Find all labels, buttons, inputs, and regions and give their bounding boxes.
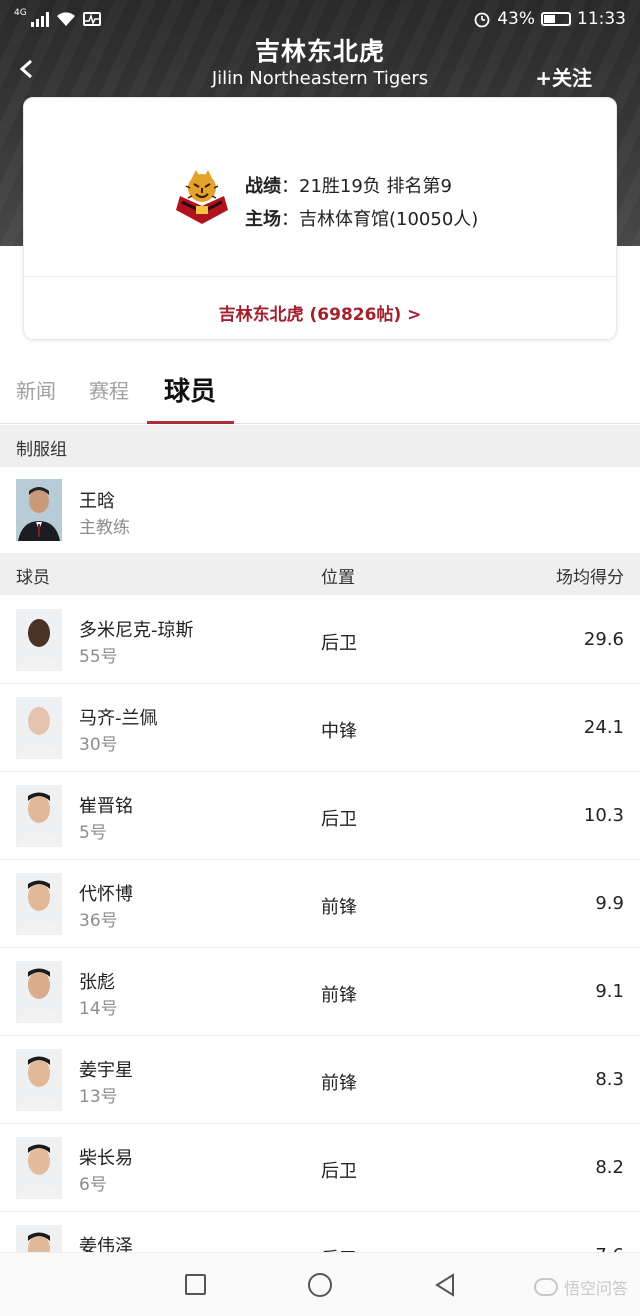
activity-icon bbox=[82, 12, 101, 26]
staff-section-header: 制服组 bbox=[0, 425, 640, 467]
player-points: 9.9 bbox=[595, 893, 624, 914]
nav-back-icon[interactable] bbox=[433, 1273, 457, 1297]
player-name: 姜宇星 bbox=[79, 1060, 133, 1081]
player-avatar bbox=[16, 785, 62, 847]
coach-avatar bbox=[16, 479, 62, 541]
player-points: 9.1 bbox=[595, 981, 624, 1002]
active-tab-indicator bbox=[147, 421, 234, 424]
tab-bar: 新闻 赛程 球员 bbox=[0, 360, 640, 424]
player-points: 29.6 bbox=[583, 629, 624, 650]
player-avatar bbox=[16, 1137, 62, 1199]
record-label: 战绩 bbox=[245, 176, 281, 197]
player-number: 30号 bbox=[79, 735, 118, 755]
tab-schedule[interactable]: 赛程 bbox=[89, 375, 129, 404]
player-position: 前锋 bbox=[321, 1073, 357, 1094]
follow-button[interactable]: +关注 bbox=[535, 62, 592, 91]
player-name: 张彪 bbox=[79, 972, 115, 993]
network-type: 4G bbox=[14, 8, 27, 18]
team-info-card: 战绩：21胜19负 排名第9 主场：吉林体育馆(10050人) 吉林东北虎 (6… bbox=[23, 97, 617, 340]
player-name: 马齐-兰佩 bbox=[79, 708, 158, 729]
tab-players[interactable]: 球员 bbox=[164, 371, 216, 408]
player-row[interactable]: 崔晋铭 5号 后卫 10.3 bbox=[0, 772, 640, 860]
player-number: 14号 bbox=[79, 999, 118, 1019]
venue-value: ：吉林体育馆(10050人) bbox=[281, 209, 479, 230]
coach-role: 主教练 bbox=[79, 518, 130, 538]
battery-percent: 43% bbox=[497, 9, 535, 29]
player-row[interactable]: 代怀博 36号 前锋 9.9 bbox=[0, 860, 640, 948]
players-section-header: 球员 位置 场均得分 bbox=[0, 553, 640, 595]
clock: 11:33 bbox=[577, 9, 626, 29]
player-position: 后卫 bbox=[321, 633, 357, 654]
player-points: 8.3 bbox=[595, 1069, 624, 1090]
record-line: 战绩：21胜19负 排名第9 bbox=[245, 170, 478, 203]
forum-link[interactable]: 吉林东北虎 (69826帖) > bbox=[24, 300, 616, 325]
wifi-icon bbox=[56, 12, 75, 26]
player-position: 后卫 bbox=[321, 1161, 357, 1182]
recent-apps-icon[interactable] bbox=[185, 1274, 206, 1295]
team-logo bbox=[176, 170, 228, 224]
player-points: 10.3 bbox=[583, 805, 624, 826]
player-points: 8.2 bbox=[595, 1157, 624, 1178]
player-row[interactable]: 马齐-兰佩 30号 中锋 24.1 bbox=[0, 684, 640, 772]
player-avatar bbox=[16, 873, 62, 935]
player-name: 代怀博 bbox=[79, 884, 133, 905]
player-position: 前锋 bbox=[321, 897, 357, 918]
watermark-text: 悟空问答 bbox=[563, 1279, 628, 1298]
alarm-icon bbox=[474, 12, 490, 28]
col-points: 场均得分 bbox=[556, 568, 624, 588]
player-name: 柴长易 bbox=[79, 1148, 133, 1169]
player-name: 崔晋铭 bbox=[79, 796, 133, 817]
team-page: 4G 43% 11:33 吉林东北虎 Jilin Northeastern Ti… bbox=[0, 0, 640, 1316]
team-stats: 战绩：21胜19负 排名第9 主场：吉林体育馆(10050人) bbox=[245, 170, 478, 236]
player-points: 24.1 bbox=[583, 717, 624, 738]
player-number: 13号 bbox=[79, 1087, 118, 1107]
player-position: 前锋 bbox=[321, 985, 357, 1006]
player-number: 36号 bbox=[79, 911, 118, 931]
player-position: 后卫 bbox=[321, 809, 357, 830]
home-icon[interactable] bbox=[308, 1273, 332, 1297]
watermark-icon bbox=[533, 1278, 558, 1296]
top-nav: 吉林东北虎 Jilin Northeastern Tigers +关注 bbox=[0, 37, 640, 98]
watermark: 悟空问答 bbox=[533, 1275, 628, 1299]
venue-line: 主场：吉林体育馆(10050人) bbox=[245, 203, 478, 236]
player-row[interactable]: 姜宇星 13号 前锋 8.3 bbox=[0, 1036, 640, 1124]
player-number: 6号 bbox=[79, 1175, 107, 1195]
player-row[interactable]: 柴长易 6号 后卫 8.2 bbox=[0, 1124, 640, 1212]
player-name: 多米尼克-琼斯 bbox=[79, 620, 194, 641]
tab-news[interactable]: 新闻 bbox=[16, 375, 56, 404]
player-avatar bbox=[16, 697, 62, 759]
player-avatar bbox=[16, 609, 62, 671]
system-nav-bar: 悟空问答 bbox=[0, 1252, 640, 1316]
signal-icon bbox=[30, 11, 49, 27]
coach-name: 王晗 bbox=[79, 491, 115, 512]
col-position: 位置 bbox=[321, 568, 355, 588]
staff-header-label: 制服组 bbox=[16, 440, 67, 460]
player-position: 中锋 bbox=[321, 721, 357, 742]
coach-row[interactable]: 王晗 主教练 bbox=[0, 467, 640, 553]
player-row[interactable]: 张彪 14号 前锋 9.1 bbox=[0, 948, 640, 1036]
battery-icon bbox=[541, 12, 571, 26]
col-player: 球员 bbox=[16, 568, 50, 588]
player-number: 5号 bbox=[79, 823, 107, 843]
card-divider bbox=[24, 276, 616, 277]
player-avatar bbox=[16, 1049, 62, 1111]
venue-label: 主场 bbox=[245, 209, 281, 230]
record-value: ：21胜19负 排名第9 bbox=[281, 176, 452, 197]
player-avatar bbox=[16, 961, 62, 1023]
player-number: 55号 bbox=[79, 647, 118, 667]
player-row[interactable]: 多米尼克-琼斯 55号 后卫 29.6 bbox=[0, 596, 640, 684]
